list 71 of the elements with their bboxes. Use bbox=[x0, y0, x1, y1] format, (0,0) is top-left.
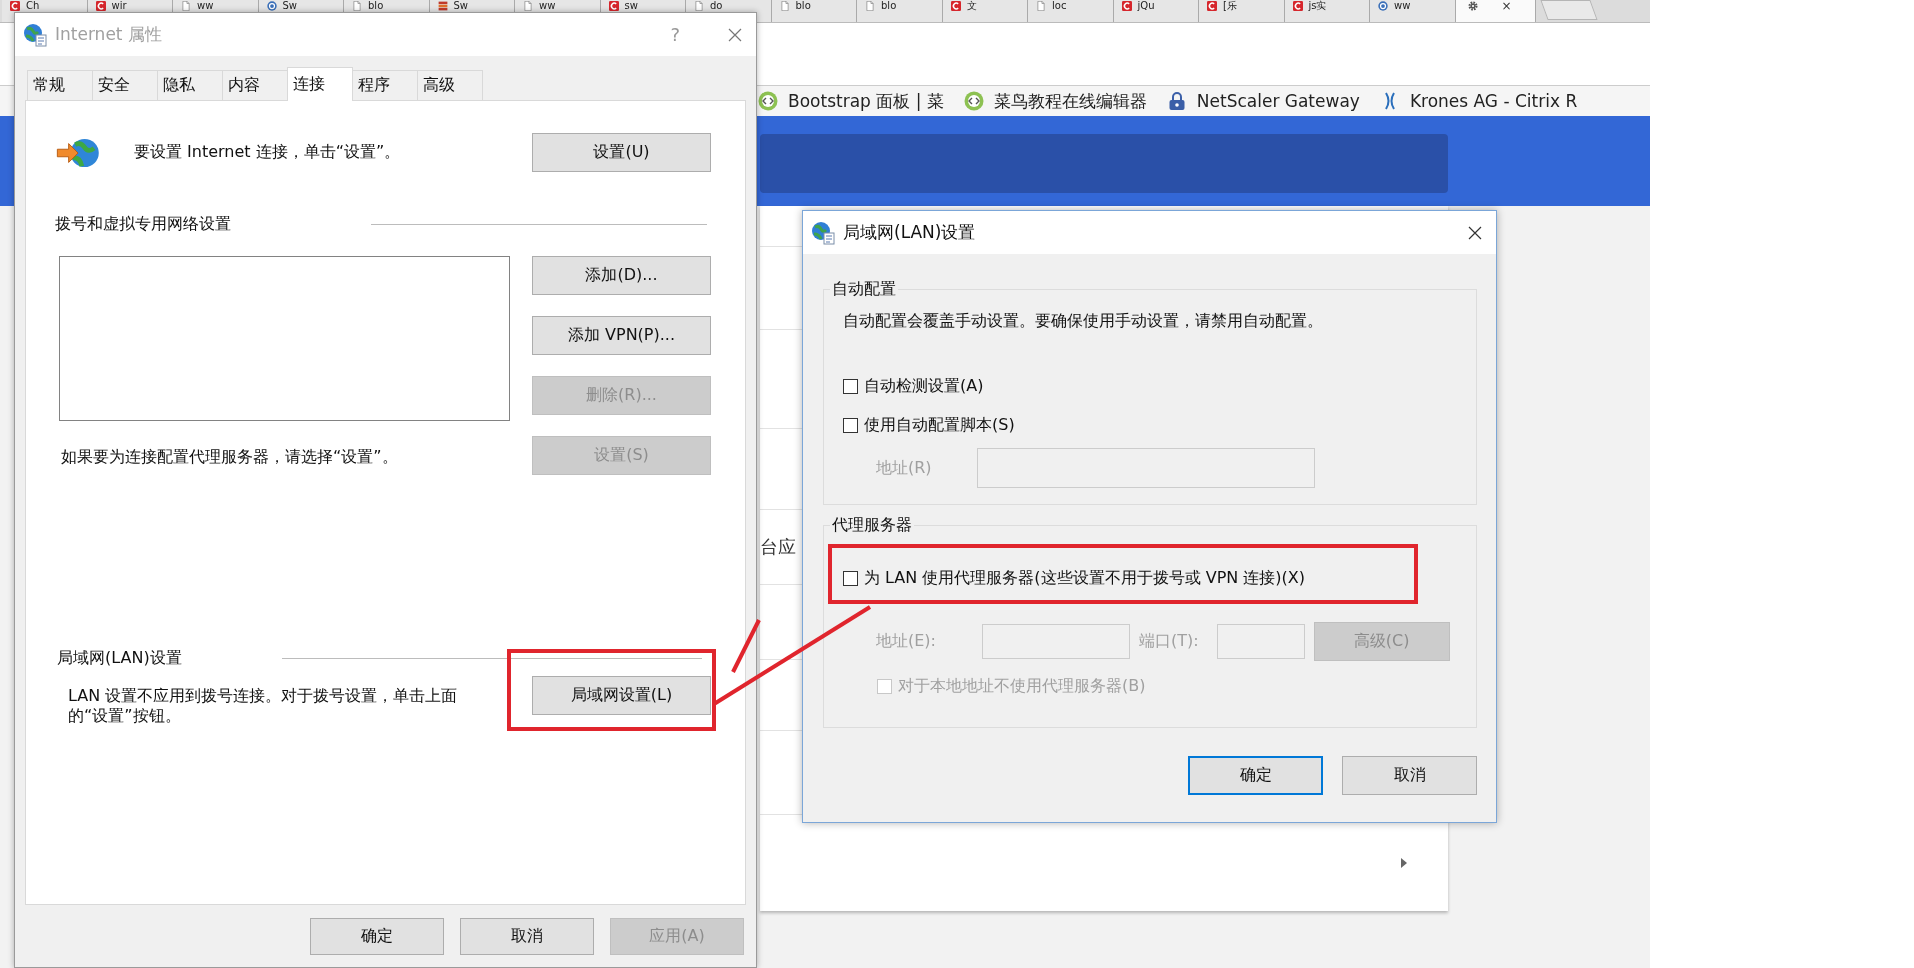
lan-settings-button[interactable]: 局域网设置(L) bbox=[532, 676, 711, 715]
stack-icon bbox=[437, 1, 448, 11]
browser-tab[interactable]: 文 bbox=[942, 0, 1028, 22]
code-icon bbox=[758, 91, 778, 111]
globe-arrow-icon bbox=[56, 136, 102, 169]
dialog-button[interactable]: 确定 bbox=[1188, 756, 1323, 795]
page-icon bbox=[1036, 1, 1046, 11]
browser-tab[interactable]: js实 bbox=[1284, 0, 1370, 22]
field-label: 端口(T): bbox=[1139, 631, 1199, 652]
group-title: 代理服务器 bbox=[831, 515, 913, 535]
field-label: 地址(E): bbox=[876, 631, 936, 652]
setup-instruction: 要设置 Internet 连接，单击“设置”。 bbox=[134, 142, 401, 163]
logo-icon bbox=[608, 1, 619, 11]
bookmark[interactable]: 菜鸟教程在线编辑器 bbox=[963, 89, 1147, 113]
tab[interactable]: 常规 bbox=[27, 70, 93, 100]
checkbox[interactable] bbox=[843, 570, 858, 586]
close-icon[interactable] bbox=[1468, 225, 1482, 240]
field-label: 地址(R) bbox=[876, 457, 932, 479]
browser-tab[interactable]: × bbox=[1455, 0, 1536, 22]
dialog-button[interactable]: 取消 bbox=[460, 918, 594, 955]
logo-icon bbox=[950, 1, 961, 11]
setup-button[interactable]: 设置(U) bbox=[532, 133, 711, 172]
logo-icon bbox=[10, 1, 20, 11]
globe-icon bbox=[811, 220, 835, 245]
settings-icon bbox=[1467, 1, 1478, 11]
bookmark[interactable]: Bootstrap 面板 | 菜 bbox=[758, 89, 944, 113]
browser-tab[interactable]: jQu bbox=[1113, 0, 1199, 22]
page-icon bbox=[523, 1, 533, 11]
page-icon bbox=[181, 1, 191, 11]
bookmark[interactable]: Krones AG - Citrix R bbox=[1379, 91, 1578, 111]
checkbox-label: 为 LAN 使用代理服务器(这些设置不用于拨号或 VPN 连接)(X) bbox=[864, 567, 1306, 589]
lan-description: LAN 设置不应用到拨号连接。对于拨号设置，单击上面的“设置”按钮。 bbox=[68, 686, 459, 726]
dialog-button[interactable]: 取消 bbox=[1342, 756, 1477, 795]
browser-tab[interactable]: loc bbox=[1028, 0, 1114, 22]
checkbox-label: 对于本地地址不使用代理服务器(B) bbox=[898, 675, 1146, 697]
checkbox-label: 使用自动配置脚本(S) bbox=[864, 414, 1015, 436]
section-heading: 拨号和虚拟专用网络设置 bbox=[55, 214, 231, 235]
checkbox[interactable] bbox=[843, 378, 858, 394]
browser-tab[interactable]: blo bbox=[771, 0, 857, 22]
logo-icon bbox=[1292, 1, 1303, 11]
tab[interactable]: 连接 bbox=[287, 67, 353, 101]
tab-close-button[interactable]: × bbox=[1501, 1, 1512, 12]
checkbox[interactable] bbox=[843, 417, 858, 433]
window-title: 局域网(LAN)设置 bbox=[843, 221, 976, 244]
section-heading: 局域网(LAN)设置 bbox=[57, 648, 182, 669]
group-title: 自动配置 bbox=[831, 279, 897, 299]
browser-tab[interactable]: ww bbox=[1370, 0, 1456, 22]
bookmark[interactable]: NetScaler Gateway bbox=[1166, 91, 1360, 111]
dialog-button[interactable]: 确定 bbox=[310, 918, 444, 955]
code-icon bbox=[963, 91, 984, 111]
dialup-button[interactable]: 添加 VPN(P)... bbox=[532, 316, 711, 355]
browser-tab[interactable]: blo bbox=[857, 0, 943, 22]
logo-icon bbox=[1121, 1, 1132, 11]
page-icon bbox=[779, 1, 790, 11]
window-title: Internet 属性 bbox=[55, 23, 162, 46]
proxy-hint: 如果要为连接配置代理服务器，请选择“设置”。 bbox=[61, 447, 399, 468]
page-text: 台应 bbox=[760, 535, 796, 559]
swirl-icon bbox=[266, 1, 277, 11]
page-icon bbox=[694, 1, 704, 11]
dialup-button[interactable]: 添加(D)... bbox=[532, 256, 711, 295]
browser-tab[interactable]: [乐 bbox=[1199, 0, 1285, 22]
page-icon bbox=[865, 1, 875, 11]
page-icon bbox=[352, 1, 362, 11]
logo-icon bbox=[1207, 1, 1217, 11]
tab[interactable]: 高级 bbox=[417, 70, 483, 100]
logo-icon bbox=[95, 1, 106, 11]
globe-icon bbox=[23, 22, 47, 47]
expand-arrow-icon[interactable] bbox=[1400, 857, 1408, 869]
swirl-icon bbox=[1378, 1, 1388, 11]
auto-config-description: 自动配置会覆盖手动设置。要确保使用手动设置，请禁用自动配置。 bbox=[843, 311, 1324, 332]
checkbox-label: 自动检测设置(A) bbox=[864, 375, 984, 397]
